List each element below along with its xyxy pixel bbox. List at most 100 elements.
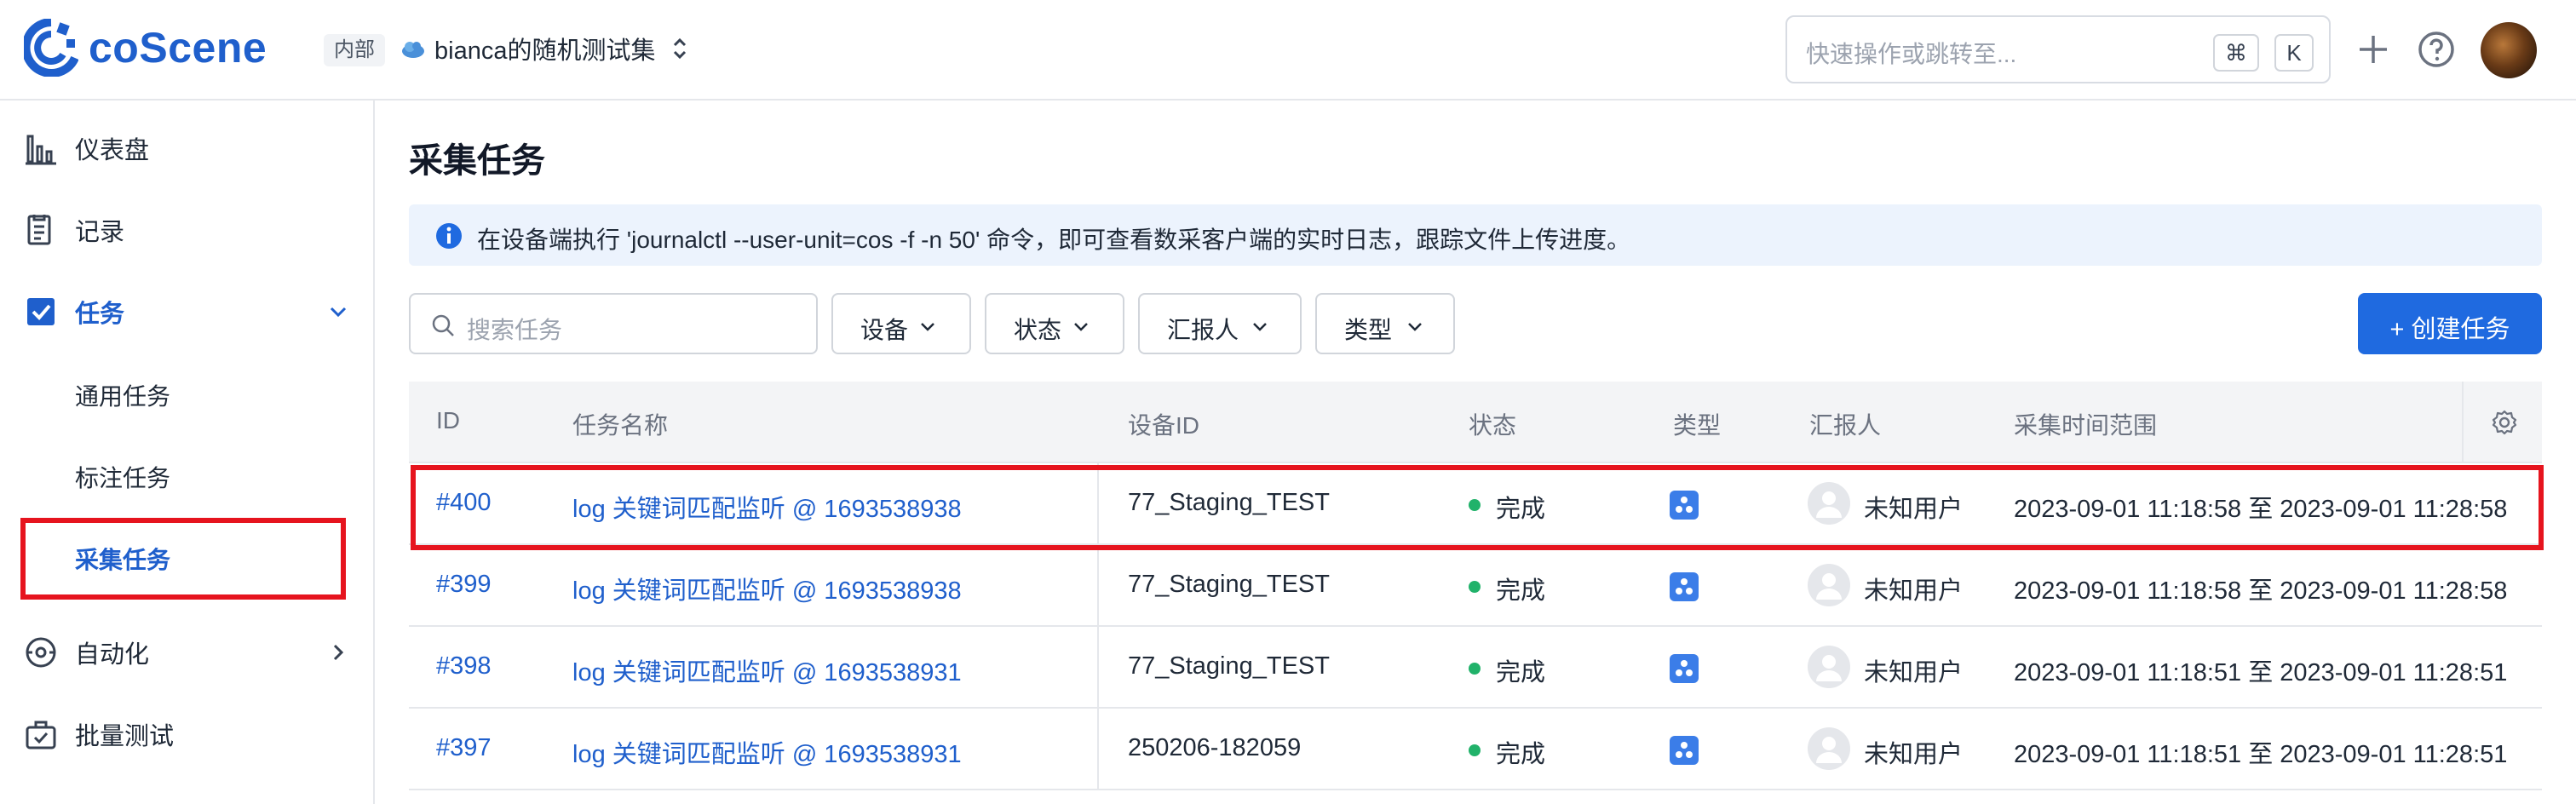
info-icon xyxy=(436,223,462,249)
global-search-placeholder: 快速操作或跳转至... xyxy=(1806,41,2017,67)
task-name-link[interactable]: log 关键词匹配监听 @ 1693538931 xyxy=(572,734,962,770)
sidebar-item-automation[interactable]: 自动化 xyxy=(0,618,373,686)
shortcut-k-key: K xyxy=(2274,34,2314,72)
status-text: 完成 xyxy=(1496,577,1546,605)
reporter-name: 未知用户 xyxy=(1864,659,1964,686)
task-name-link[interactable]: log 关键词匹配监听 @ 1693538931 xyxy=(572,652,962,688)
filter-type-button[interactable]: 类型 xyxy=(1315,293,1455,354)
status-done-dot xyxy=(1469,581,1481,593)
chevron-down-icon xyxy=(921,323,934,331)
help-icon[interactable] xyxy=(2414,27,2458,72)
highlight-box-sidebar xyxy=(20,518,346,600)
filter-label: 状态 xyxy=(1014,317,1062,343)
collection-type-icon xyxy=(1670,654,1699,683)
device-id: 77_Staging_TEST xyxy=(1128,652,1330,680)
filter-status-button[interactable]: 状态 xyxy=(985,293,1124,354)
brand-logo[interactable]: coScene xyxy=(24,19,267,77)
chevron-down-icon xyxy=(330,307,347,318)
chevron-down-icon xyxy=(1408,323,1422,331)
column-header-name[interactable]: 任务名称 xyxy=(572,407,668,441)
page-title: 采集任务 xyxy=(409,142,545,180)
user-avatar[interactable] xyxy=(2481,22,2537,78)
create-task-label: + 创建任务 xyxy=(2389,316,2510,343)
plus-icon[interactable] xyxy=(2351,27,2395,72)
reporter-name: 未知用户 xyxy=(1864,741,1964,768)
coscene-logo-icon xyxy=(24,19,78,77)
collection-type-icon xyxy=(1670,736,1699,765)
project-switcher[interactable]: bianca的随机测试集 xyxy=(400,31,689,66)
global-search-input[interactable]: 快速操作或跳转至... ⌘ K xyxy=(1785,15,2331,83)
task-search-input[interactable]: 搜索任务 xyxy=(409,293,818,354)
filter-label: 类型 xyxy=(1344,317,1393,343)
collection-time-range: 2023-09-01 11:18:51 至 2023-09-01 11:28:5… xyxy=(2014,741,2508,768)
table-row[interactable]: #398 log 关键词匹配监听 @ 1693538931 77_Staging… xyxy=(409,627,2542,709)
device-id: 77_Staging_TEST xyxy=(1128,571,1330,598)
sidebar-subitem-label: 通用任务 xyxy=(75,383,171,410)
sidebar-item-label: 仪表盘 xyxy=(75,137,150,164)
sidebar-item-label: 批量测试 xyxy=(75,723,175,750)
internal-badge: 内部 xyxy=(324,34,385,66)
table-header: ID 任务名称 设备ID 状态 类型 汇报人 采集时间范围 xyxy=(409,382,2542,463)
gear-icon xyxy=(2492,410,2517,435)
highlight-box-row xyxy=(411,465,2544,550)
document-icon xyxy=(27,215,51,245)
task-search-placeholder: 搜索任务 xyxy=(467,317,563,343)
sidebar-item-tasks[interactable]: 任务 xyxy=(0,278,373,346)
unknown-user-avatar-icon xyxy=(1808,727,1850,770)
sidebar-item-label: 自动化 xyxy=(75,641,150,669)
batch-test-icon xyxy=(26,721,56,749)
filter-label: 设备 xyxy=(860,317,909,343)
shortcut-cmd-key: ⌘ xyxy=(2213,34,2259,72)
automation-icon xyxy=(26,637,56,668)
chevron-right-icon xyxy=(333,644,344,661)
sidebar-subitem-label: 标注任务 xyxy=(75,465,171,491)
task-table: ID 任务名称 设备ID 状态 类型 汇报人 采集时间范围 #400 log 关… xyxy=(409,382,2542,804)
info-banner: 在设备端执行 'journalctl --user-unit=cos -f -n… xyxy=(409,204,2542,266)
column-divider xyxy=(1097,709,1099,790)
task-id-link[interactable]: #399 xyxy=(436,571,492,599)
sidebar: 仪表盘 记录 任务 通用任务 标注任务 采集任务 自动化 批量测试 xyxy=(0,100,375,804)
reporter-name: 未知用户 xyxy=(1864,577,1964,605)
table-row[interactable]: #397 log 关键词匹配监听 @ 1693538931 250206-182… xyxy=(409,709,2542,790)
collection-type-icon xyxy=(1670,572,1699,601)
chart-bars-icon xyxy=(26,135,56,165)
project-cloud-icon xyxy=(402,42,424,58)
filter-label: 汇报人 xyxy=(1167,317,1239,343)
collection-time-range: 2023-09-01 11:18:51 至 2023-09-01 11:28:5… xyxy=(2014,659,2508,686)
table-row[interactable]: #399 log 关键词匹配监听 @ 1693538938 77_Staging… xyxy=(409,545,2542,627)
column-settings-button[interactable] xyxy=(2462,382,2542,463)
project-name: bianca的随机测试集 xyxy=(434,37,656,65)
search-icon xyxy=(432,314,454,336)
unknown-user-avatar-icon xyxy=(1808,564,1850,606)
chevron-down-icon xyxy=(1253,323,1267,331)
brand-name: coScene xyxy=(89,24,267,72)
task-id-link[interactable]: #398 xyxy=(436,652,492,681)
task-check-icon xyxy=(27,298,55,325)
column-divider xyxy=(1097,627,1099,709)
column-header-type[interactable]: 类型 xyxy=(1673,407,1721,441)
sidebar-item-dashboard[interactable]: 仪表盘 xyxy=(0,114,373,182)
unknown-user-avatar-icon xyxy=(1808,646,1850,688)
sidebar-item-annotation-tasks[interactable]: 标注任务 xyxy=(0,441,373,509)
column-header-device[interactable]: 设备ID xyxy=(1128,407,1199,441)
top-header: coScene 内部 bianca的随机测试集 快速操作或跳转至... ⌘ K xyxy=(0,0,2576,100)
create-task-button[interactable]: + 创建任务 xyxy=(2358,293,2542,354)
task-name-link[interactable]: log 关键词匹配监听 @ 1693538938 xyxy=(572,571,962,606)
status-text: 完成 xyxy=(1496,659,1546,686)
task-id-link[interactable]: #397 xyxy=(436,734,492,762)
sidebar-item-general-tasks[interactable]: 通用任务 xyxy=(0,359,373,428)
column-header-range[interactable]: 采集时间范围 xyxy=(2014,407,2157,441)
chevron-updown-icon xyxy=(674,37,687,60)
status-done-dot xyxy=(1469,744,1481,756)
column-header-status[interactable]: 状态 xyxy=(1469,407,1516,441)
filter-reporter-button[interactable]: 汇报人 xyxy=(1138,293,1302,354)
sidebar-item-records[interactable]: 记录 xyxy=(0,196,373,264)
filter-device-button[interactable]: 设备 xyxy=(831,293,971,354)
sidebar-item-label: 任务 xyxy=(75,301,125,328)
info-text: 在设备端执行 'journalctl --user-unit=cos -f -n… xyxy=(477,227,1631,253)
sidebar-item-label: 记录 xyxy=(75,219,125,246)
chevron-down-icon xyxy=(1074,323,1088,331)
column-header-reporter[interactable]: 汇报人 xyxy=(1809,407,1881,441)
column-header-id[interactable]: ID xyxy=(436,407,460,434)
sidebar-item-batch-test[interactable]: 批量测试 xyxy=(0,700,373,768)
